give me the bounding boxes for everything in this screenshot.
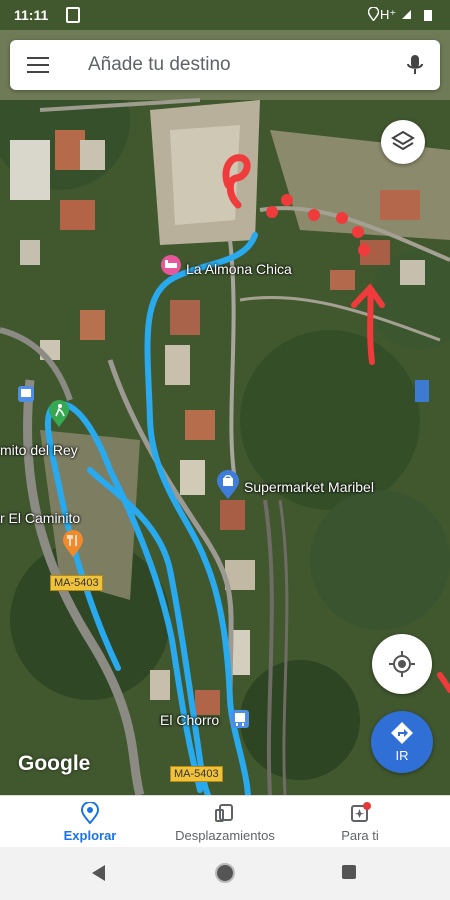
- search-bar[interactable]: Añade tu destino: [10, 40, 440, 90]
- tab-para-ti[interactable]: Para ti: [320, 796, 400, 848]
- microphone-icon[interactable]: [404, 53, 426, 77]
- my-location-button[interactable]: [372, 634, 432, 694]
- red-dot: [281, 194, 293, 206]
- drawn-red-arrow: [351, 283, 385, 365]
- tab-desplazamientos[interactable]: Desplazamientos: [165, 796, 285, 848]
- signal-icon: [402, 10, 411, 19]
- directions-icon: [391, 722, 413, 744]
- tab-explorar[interactable]: Explorar: [40, 796, 140, 848]
- drawn-red-edge-mark: [437, 672, 450, 693]
- place-label-station[interactable]: El Chorro: [160, 712, 219, 728]
- shopping-bag-icon[interactable]: [216, 470, 240, 500]
- red-dot: [266, 206, 278, 218]
- network-type: H⁺: [380, 7, 397, 22]
- red-dot: [358, 244, 370, 256]
- back-icon[interactable]: [92, 865, 105, 881]
- google-logo: Google: [18, 752, 91, 775]
- menu-icon[interactable]: [27, 57, 49, 73]
- go-button-label: IR: [395, 748, 409, 763]
- place-label-hotel[interactable]: La Almona Chica: [186, 261, 292, 277]
- place-label-trail[interactable]: mito del Rey: [0, 442, 78, 458]
- bus-stop-icon[interactable]: [18, 386, 34, 402]
- commute-icon: [215, 804, 233, 822]
- tab-label: Explorar: [63, 828, 117, 843]
- location-icon: [368, 7, 379, 21]
- bottom-navigation: Explorar Desplazamientos Para ti: [0, 795, 450, 848]
- layers-icon: [391, 130, 415, 151]
- drawn-red-loop: [222, 154, 251, 209]
- system-navigation-bar: [0, 847, 450, 900]
- hotel-icon[interactable]: [160, 254, 182, 276]
- place-label-restaurant[interactable]: r El Caminito: [0, 510, 80, 526]
- recent-apps-icon[interactable]: [342, 865, 356, 879]
- layers-button[interactable]: [381, 120, 425, 164]
- sparkle-icon: [351, 802, 371, 822]
- red-dot: [352, 226, 364, 238]
- battery-icon: [424, 10, 432, 21]
- status-bar: 11:11 H⁺: [0, 0, 450, 32]
- restaurant-icon[interactable]: [62, 530, 84, 558]
- place-label-supermarket[interactable]: Supermarket Maribel: [244, 479, 374, 495]
- home-icon[interactable]: [215, 863, 235, 883]
- go-button[interactable]: IR: [371, 711, 433, 773]
- tab-label: Para ti: [341, 828, 379, 843]
- red-dot: [308, 209, 320, 221]
- tab-label: Desplazamientos: [175, 828, 275, 843]
- status-time: 11:11: [14, 7, 49, 23]
- red-dot: [336, 212, 348, 224]
- road-shield: MA-5403: [170, 766, 223, 782]
- crosshair-icon: [389, 651, 415, 677]
- search-input[interactable]: Añade tu destino: [88, 54, 231, 76]
- hiking-icon[interactable]: [48, 400, 70, 428]
- notification-icon: [66, 7, 80, 23]
- explore-pin-icon: [80, 802, 100, 824]
- train-station-icon[interactable]: [231, 710, 249, 728]
- road-shield: MA-5403: [50, 575, 103, 591]
